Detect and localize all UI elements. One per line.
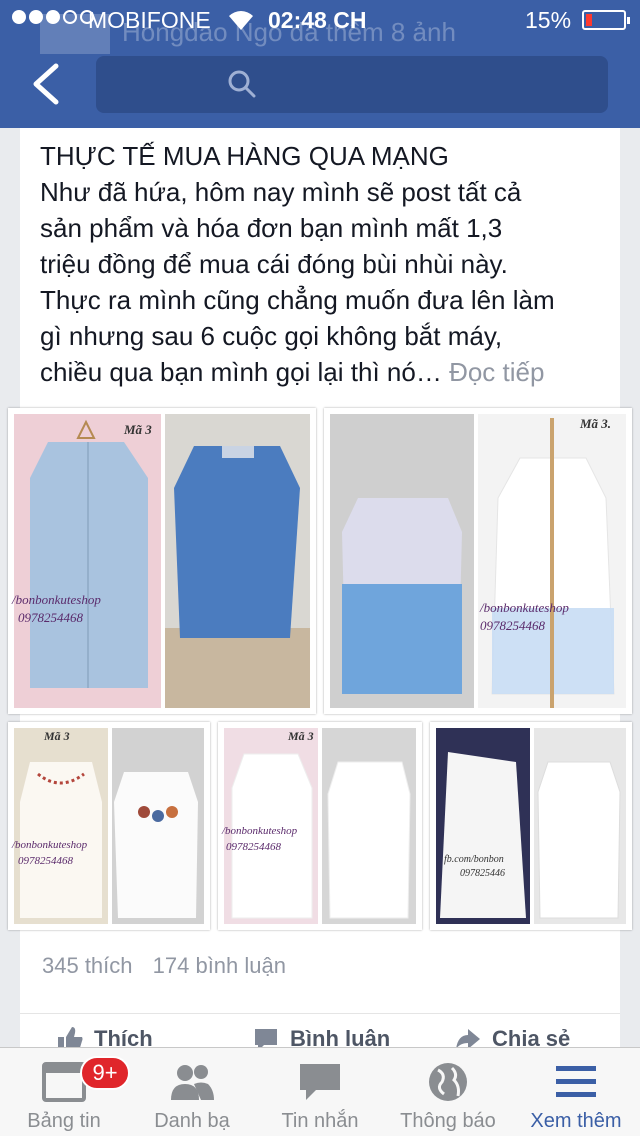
tab-news-feed[interactable]: 9+ Bảng tin (0, 1048, 130, 1136)
post-title: THỰC TẾ MUA HÀNG QUA MẠNG (40, 141, 449, 171)
wifi-icon (229, 11, 253, 30)
photo-watermark-shop: fb.com/bonbon (444, 854, 504, 865)
post-photo-1[interactable]: Mã 3 /bonbonkuteshop 0978254468 (8, 408, 316, 714)
tab-label: Tin nhắn (281, 1110, 359, 1132)
back-chevron-icon[interactable] (26, 62, 66, 106)
comment-count[interactable]: 174 bình luận (153, 953, 286, 978)
tab-messages[interactable]: Tin nhắn (256, 1048, 384, 1136)
photo-watermark-phone: 0978254468 (18, 855, 74, 867)
post-stats: 345 thích 174 bình luận (42, 953, 300, 979)
post-line: triệu đồng để mua cái đóng bùi nhùi này. (40, 249, 508, 279)
search-icon (228, 70, 256, 98)
photo-watermark-shop: /bonbonkuteshop (11, 592, 101, 607)
tab-label: Danh bạ (154, 1110, 230, 1132)
top-bar: Hongdao Ngo đã thêm 8 ảnh MOBIFONE 02:48… (0, 0, 640, 128)
post-line-text: chiều qua bạn mình gọi lại thì nó… (40, 357, 442, 387)
post-line-last: chiều qua bạn mình gọi lại thì nó… Đọc t… (40, 354, 610, 390)
read-more-link[interactable]: Đọc tiếp (449, 357, 544, 387)
menu-icon (556, 1066, 596, 1097)
tab-bar: 9+ Bảng tin Danh bạ Tin nhắn Thông báo X… (0, 1047, 640, 1136)
notification-badge: 9+ (80, 1056, 130, 1090)
clock: 02:48 CH (268, 7, 367, 33)
battery-percent: 15% (525, 7, 572, 33)
post-text: THỰC TẾ MUA HÀNG QUA MẠNG Như đã hứa, hô… (40, 138, 610, 390)
battery-icon (582, 10, 630, 30)
tab-contacts[interactable]: Danh bạ (128, 1048, 256, 1136)
tab-notifications[interactable]: Thông báo (384, 1048, 512, 1136)
like-count[interactable]: 345 thích (42, 953, 133, 978)
post-line: sản phẩm và hóa đơn bạn mình mất 1,3 (40, 213, 503, 243)
search-input[interactable] (266, 68, 586, 100)
photo-watermark-code: Mã 3 (123, 422, 152, 437)
signal-icon (12, 10, 94, 24)
divider (20, 1013, 620, 1014)
tab-more[interactable]: Xem thêm (512, 1048, 640, 1136)
post-photo-2[interactable]: Mã 3. /bonbonkuteshop 0978254468 (324, 408, 632, 714)
contacts-icon (171, 1065, 214, 1100)
photo-watermark-shop: /bonbonkuteshop (221, 825, 298, 837)
post-line: Như đã hứa, hôm nay mình sẽ post tất cả (40, 177, 522, 207)
carrier-name: MOBIFONE (88, 7, 211, 33)
tab-label: Thông báo (400, 1110, 496, 1132)
post-photo-5[interactable]: fb.com/bonbon 097825446 (430, 722, 632, 930)
messages-icon (300, 1064, 340, 1100)
post-card: THỰC TẾ MUA HÀNG QUA MẠNG Như đã hứa, hô… (8, 128, 632, 1063)
photo-watermark-shop: /bonbonkuteshop (479, 600, 569, 615)
photo-watermark-code: Mã 3 (43, 729, 70, 743)
globe-icon (429, 1063, 467, 1101)
tab-label: Bảng tin (27, 1110, 101, 1132)
tab-label: Xem thêm (530, 1110, 622, 1132)
photo-watermark-code: Mã 3 (287, 729, 314, 743)
photo-watermark-shop: /bonbonkuteshop (11, 839, 88, 851)
post-photo-4[interactable]: Mã 3 /bonbonkuteshop 0978254468 (218, 722, 422, 930)
photo-watermark-phone: 0978254468 (480, 618, 546, 633)
post-photo-3[interactable]: Mã 3 /bonbonkuteshop 0978254468 (8, 722, 210, 930)
post-line: gì nhưng sau 6 cuộc gọi không bắt máy, (40, 321, 503, 351)
status-bar: MOBIFONE 02:48 CH 15% (0, 0, 640, 40)
photo-watermark-phone: 097825446 (460, 868, 505, 879)
post-line: Thực ra mình cũng chẳng muốn đưa lên làm (40, 285, 555, 315)
search-bar[interactable] (96, 56, 608, 113)
photo-watermark-phone: 0978254468 (226, 841, 282, 853)
photo-watermark-code: Mã 3. (579, 416, 611, 431)
photo-watermark-phone: 0978254468 (18, 610, 84, 625)
